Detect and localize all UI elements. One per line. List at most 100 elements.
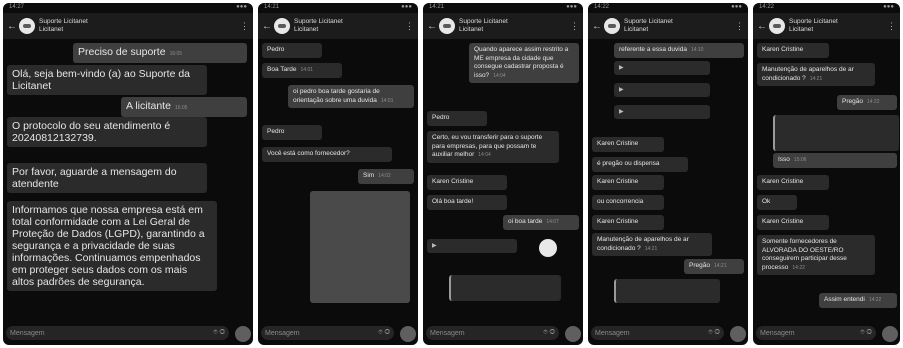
message-outgoing: oi boa tarde 14:07 [503, 215, 579, 230]
message-incoming: Boa Tarde 14:01 [262, 63, 342, 78]
message-outgoing: Preciso de suporte 16:05 [73, 43, 247, 63]
message-incoming: Manutenção de aparelhos de ar condiciona… [757, 63, 875, 86]
screen-2: 14:21 ●●● ← Suporte Licitanet Licitanet ⋮… [258, 3, 418, 345]
message-incoming: Karen Cristine [757, 215, 829, 230]
screen-4: 14:22 ●●● ← Suporte Licitanet Licitanet ⋮… [588, 3, 748, 345]
microphone-icon[interactable] [400, 326, 416, 342]
attach-icon[interactable]: ⌾ ◎ [213, 329, 225, 337]
message-outgoing: A licitante 16:05 [121, 97, 247, 117]
message-outgoing: Quando aparece assim restrito a ME empre… [469, 43, 579, 83]
quoted-message[interactable] [449, 275, 561, 301]
message-outgoing: Pregão 14:22 [837, 95, 897, 110]
message-input-placeholder: Mensagem [10, 329, 45, 337]
message-input-placeholder: Mensagem [265, 329, 300, 337]
chat-area: referente a essa duvida14:10 Karen Crist… [588, 39, 748, 323]
message-input-placeholder: Mensagem [430, 329, 465, 337]
message-input-placeholder: Mensagem [595, 329, 630, 337]
message-incoming: Certo, eu vou transferir para o suporte … [427, 131, 559, 163]
back-arrow-icon[interactable]: ← [427, 21, 437, 32]
chat-area: Quando aparece assim restrito a ME empre… [423, 39, 583, 323]
message-incoming: Karen Cristine [757, 175, 829, 190]
message-input[interactable]: Mensagem ⌾ ◎ [6, 326, 229, 340]
more-options-icon[interactable]: ⋮ [240, 21, 249, 32]
message-incoming: Ok [757, 195, 797, 210]
chat-subtitle: Licitanet [39, 26, 64, 33]
message-incoming: Olá, seja bem-vindo (a) ao Suporte da Li… [7, 65, 207, 95]
message-incoming: Karen Cristine [592, 215, 664, 230]
message-outgoing: referente a essa duvida 14:10 [614, 43, 744, 58]
avatar[interactable] [439, 18, 455, 34]
chat-header: ← Suporte Licitanet Licitanet ⋮ [3, 13, 253, 39]
message-input-placeholder: Mensagem [760, 329, 795, 337]
message-incoming: Karen Cristine [592, 137, 664, 152]
status-bar: 14:27 ●●● [9, 4, 247, 10]
message-incoming: Karen Cristine [427, 175, 507, 190]
message-incoming: Somente fornecedores de ALVORADA DO OEST… [757, 235, 875, 275]
audio-message[interactable] [427, 239, 517, 253]
chat-subtitle: Licitanet [294, 26, 319, 33]
audio-message[interactable] [614, 105, 710, 119]
chat-title: Suporte Licitanet [789, 18, 838, 25]
attach-icon[interactable]: ⌾ ◎ [378, 329, 390, 337]
audio-message[interactable] [614, 61, 710, 75]
more-options-icon[interactable]: ⋮ [570, 21, 579, 32]
message-incoming: Você está como fornecedor? [262, 147, 392, 162]
message-outgoing: Pregão 14:21 [684, 259, 744, 274]
attach-icon[interactable]: ⌾ ◎ [708, 329, 720, 337]
avatar[interactable] [604, 18, 620, 34]
chat-title: Suporte Licitanet [459, 18, 508, 25]
audio-message[interactable] [614, 83, 710, 97]
message-incoming: Pedro [427, 111, 487, 126]
message-incoming: Pedro [262, 125, 322, 140]
message-incoming: Por favor, aguarde a mensagem do atenden… [7, 163, 207, 193]
message-incoming: ou concorrencia [592, 195, 664, 210]
microphone-icon[interactable] [235, 326, 251, 342]
microphone-icon[interactable] [730, 326, 746, 342]
avatar[interactable] [539, 239, 557, 257]
status-bar: 14:22 ●●● [759, 4, 894, 10]
attach-icon[interactable]: ⌾ ◎ [860, 329, 872, 337]
more-options-icon[interactable]: ⋮ [887, 21, 896, 32]
chat-subtitle: Licitanet [459, 26, 484, 33]
status-bar: 14:22 ●●● [594, 4, 742, 10]
message-incoming: Pedro [262, 43, 322, 58]
attach-icon[interactable]: ⌾ ◎ [543, 329, 555, 337]
message-incoming: é pregão ou dispensa [592, 157, 688, 172]
chat-title: Suporte Licitanet [294, 18, 343, 25]
avatar[interactable] [19, 18, 35, 34]
message-input[interactable]: Mensagem ⌾ ◎ [261, 326, 394, 340]
quoted-message[interactable] [773, 115, 899, 151]
chat-subtitle: Licitanet [624, 26, 649, 33]
back-arrow-icon[interactable]: ← [7, 21, 17, 32]
avatar[interactable] [274, 18, 290, 34]
message-incoming: Manutenção de aparelhos de ar condiciona… [592, 233, 712, 256]
message-incoming: Karen Cristine [757, 43, 829, 58]
image-attachment[interactable] [310, 191, 410, 303]
message-incoming: O protocolo do seu atendimento é 2024081… [7, 117, 207, 147]
message-input[interactable]: Mensagem ⌾ ◎ [591, 326, 724, 340]
quoted-message[interactable] [614, 279, 720, 303]
screen-1: 14:27 ●●● ← Suporte Licitanet Licitanet ⋮… [3, 3, 253, 345]
chat-title: Suporte Licitanet [39, 18, 88, 25]
back-arrow-icon[interactable]: ← [592, 21, 602, 32]
more-options-icon[interactable]: ⋮ [405, 21, 414, 32]
microphone-icon[interactable] [565, 326, 581, 342]
chat-header: ← Suporte Licitanet Licitanet ⋮ [258, 13, 418, 39]
chat-subtitle: Licitanet [789, 26, 814, 33]
screen-3: 14:21 ●●● ← Suporte Licitanet Licitanet ⋮… [423, 3, 583, 345]
microphone-icon[interactable] [882, 326, 898, 342]
message-incoming: Karen Cristine [592, 175, 664, 190]
back-arrow-icon[interactable]: ← [262, 21, 272, 32]
message-input[interactable]: Mensagem ⌾ ◎ [426, 326, 559, 340]
chat-area: Pedro Boa Tarde 14:01 oi pedro boa tarde … [258, 39, 418, 323]
chat-header: ← Suporte Licitanet Licitanet ⋮ [753, 13, 900, 39]
message-outgoing: oi pedro boa tarde gostaria de orientaçã… [288, 85, 414, 108]
back-arrow-icon[interactable]: ← [757, 21, 767, 32]
chat-header: ← Suporte Licitanet Licitanet ⋮ [588, 13, 748, 39]
chat-title: Suporte Licitanet [624, 18, 673, 25]
message-incoming: Informamos que nossa empresa está em tot… [7, 201, 217, 291]
more-options-icon[interactable]: ⋮ [735, 21, 744, 32]
avatar[interactable] [769, 18, 785, 34]
message-input[interactable]: Mensagem ⌾ ◎ [756, 326, 876, 340]
screen-5: 14:22 ●●● ← Suporte Licitanet Licitanet ⋮… [753, 3, 900, 345]
